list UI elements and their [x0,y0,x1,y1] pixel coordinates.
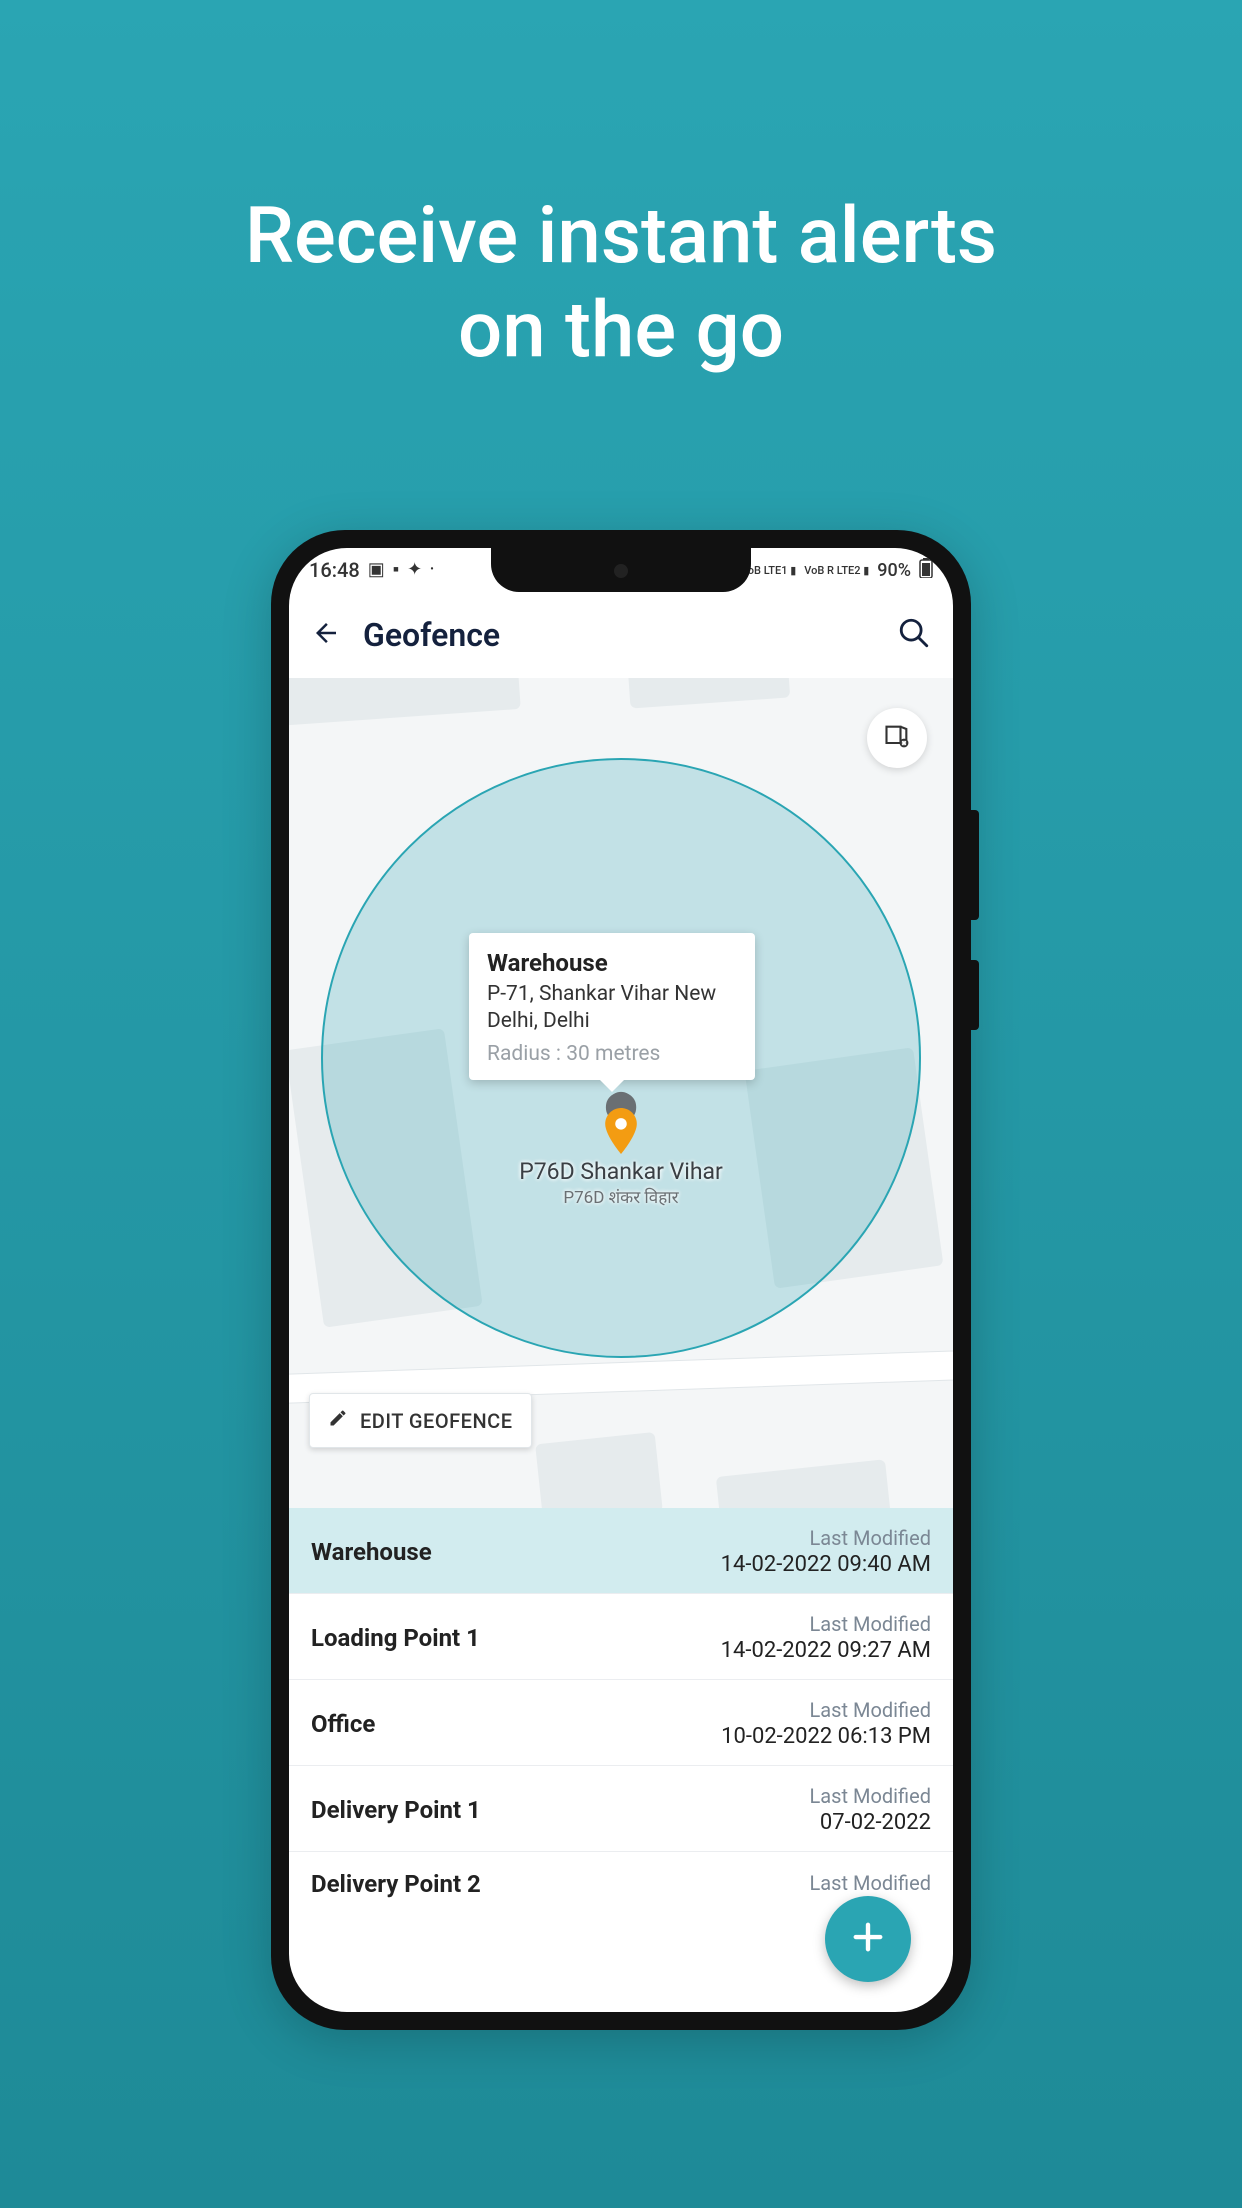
list-item-date: 14-02-2022 09:40 AM [721,1552,931,1577]
headline-line1: Receive instant alerts [0,190,1242,284]
edit-geofence-label: EDIT GEOFENCE [360,1409,513,1433]
geofence-list-item[interactable]: Loading Point 1 Last Modified 14-02-2022… [289,1594,953,1680]
list-item-date: 14-02-2022 09:27 AM [721,1638,931,1663]
list-item-name: Loading Point 1 [311,1624,480,1652]
more-icon: • [430,565,434,575]
list-item-name: Delivery Point 1 [311,1796,481,1824]
list-item-name: Warehouse [311,1538,432,1566]
back-button[interactable] [311,618,341,652]
map-building-shape [716,1459,892,1508]
last-modified-label: Last Modified [810,1784,931,1808]
plus-icon [847,1916,889,1962]
edit-geofence-button[interactable]: EDIT GEOFENCE [309,1393,532,1448]
last-modified-label: Last Modified [721,1698,931,1722]
map-settings-icon [883,722,911,754]
map-building-shape [535,1432,663,1508]
last-modified-label: Last Modified [810,1871,931,1895]
battery-percent: 90% [877,560,911,581]
geofence-info-card[interactable]: Warehouse P-71, Shankar Vihar New Delhi,… [469,933,755,1080]
phone-notch [491,548,751,592]
battery-icon [919,558,933,582]
map-marker-icon[interactable] [603,1108,639,1158]
list-item-date: 07-02-2022 [810,1810,931,1835]
geofence-list: Warehouse Last Modified 14-02-2022 09:40… [289,1508,953,1914]
list-item-name: Delivery Point 2 [311,1870,481,1898]
last-modified-label: Last Modified [721,1526,931,1550]
phone-screen: 16:48 ▣ ▪ ✦ • 🔇 VoB LTE1 ▮ VoB R LTE2 ▮ … [289,548,953,2012]
map-place-label: P76D Shankar Vihar P76D शंकर विहार [519,1158,723,1208]
page-title: Geofence [363,616,875,654]
pencil-icon [328,1408,348,1433]
map-place-name: P76D Shankar Vihar [519,1158,723,1185]
info-card-radius: Radius : 30 metres [487,1042,737,1066]
signal-icon-2: VoB R LTE2 ▮ [804,565,869,576]
map-layers-button[interactable] [867,708,927,768]
geofence-list-item[interactable]: Warehouse Last Modified 14-02-2022 09:40… [289,1508,953,1594]
map-place-sub: P76D शंकर विहार [519,1185,723,1208]
map-building-shape [628,678,790,709]
map-view[interactable]: Warehouse P-71, Shankar Vihar New Delhi,… [289,678,953,1508]
app-header: Geofence [289,592,953,678]
geofence-list-item[interactable]: Delivery Point 1 Last Modified 07-02-202… [289,1766,953,1852]
list-item-date: 10-02-2022 06:13 PM [721,1724,931,1749]
info-card-title: Warehouse [487,949,737,977]
geofence-list-item[interactable]: Office Last Modified 10-02-2022 06:13 PM [289,1680,953,1766]
map-building-shape [289,678,521,727]
list-item-name: Office [311,1710,375,1738]
twitter-icon: ✦ [407,561,422,579]
promo-headline: Receive instant alerts on the go [0,0,1242,377]
last-modified-label: Last Modified [721,1612,931,1636]
headline-line2: on the go [0,284,1242,378]
phone-frame: 16:48 ▣ ▪ ✦ • 🔇 VoB LTE1 ▮ VoB R LTE2 ▮ … [271,530,971,2030]
image-icon: ▣ [368,561,385,579]
phone-side-button [971,960,979,1030]
info-card-address: P-71, Shankar Vihar New Delhi, Delhi [487,981,737,1036]
search-button[interactable] [897,616,931,654]
chat-icon: ▪ [393,561,399,579]
add-geofence-fab[interactable] [825,1896,911,1982]
phone-side-button [971,810,979,920]
status-time: 16:48 [309,558,360,582]
